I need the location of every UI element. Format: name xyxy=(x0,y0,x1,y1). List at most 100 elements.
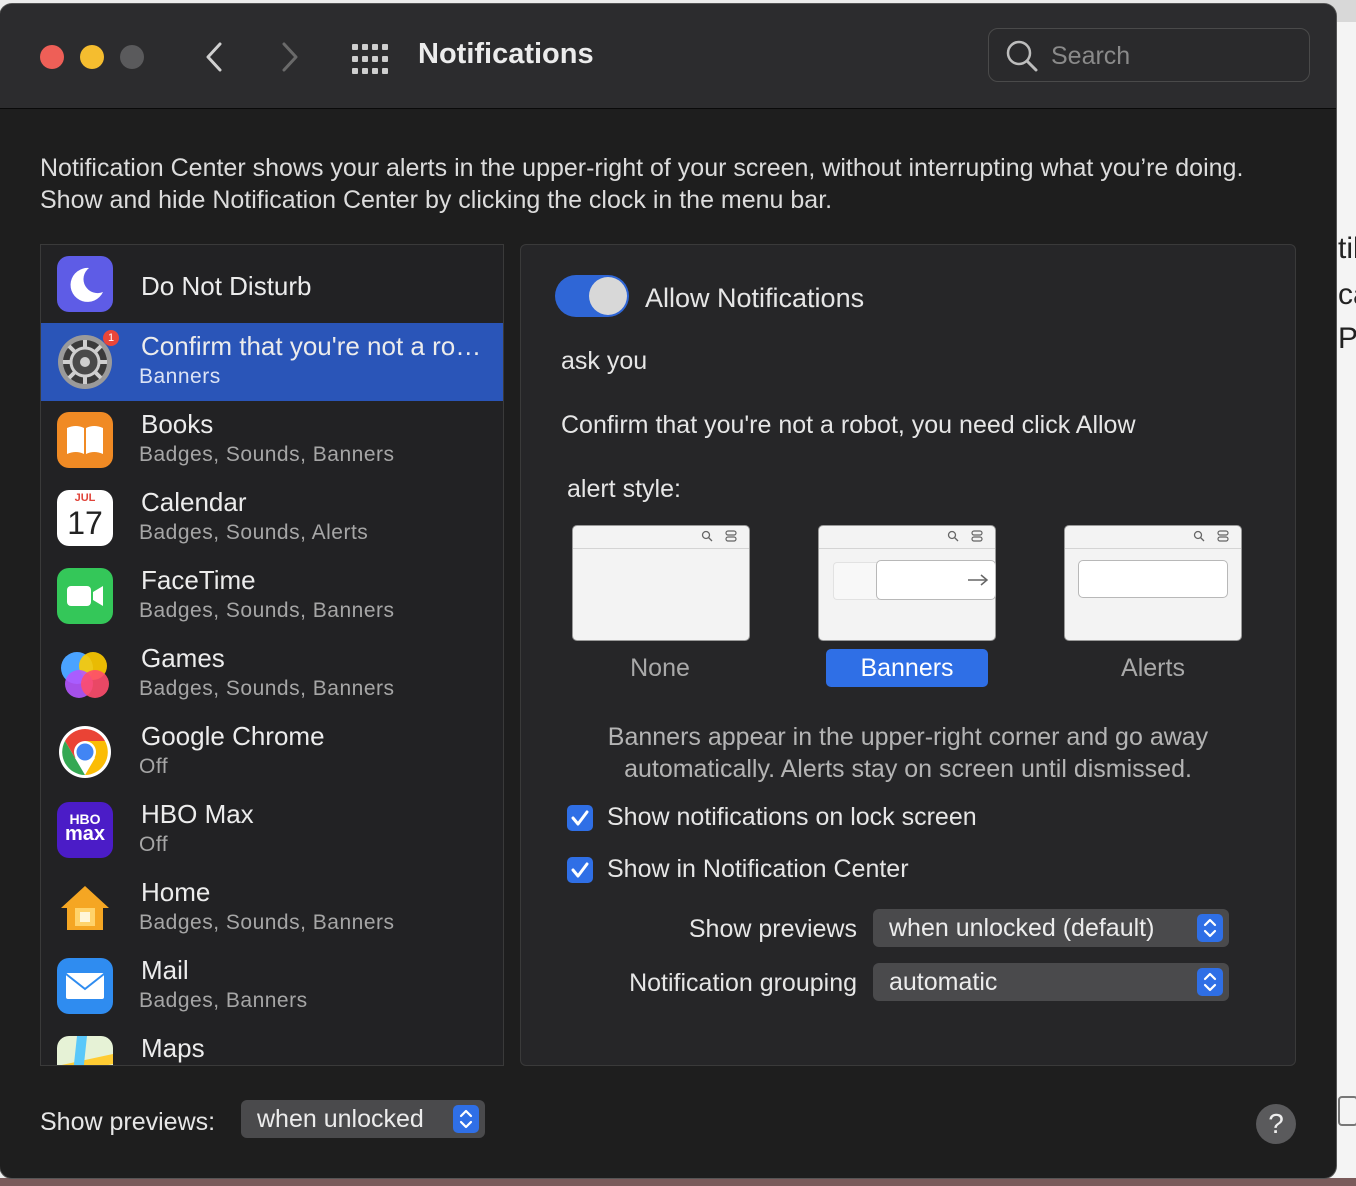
calendar-month: JUL xyxy=(74,492,96,504)
background-text: til xyxy=(1338,232,1356,265)
app-alert-summary: Off xyxy=(139,833,169,856)
app-alert-summary: Badges, Sounds, Banners xyxy=(139,677,395,700)
mini-search-icon xyxy=(701,530,713,542)
hbo-max-logo-icon: HBO max xyxy=(57,802,113,858)
sender-name: ask you xyxy=(561,347,648,375)
books-icon xyxy=(57,412,113,468)
footer-show-previews-popup[interactable]: when unlocked xyxy=(241,1100,485,1138)
app-name: Do Not Disturb xyxy=(141,271,312,301)
updown-chevron-icon xyxy=(1197,914,1223,942)
show-previews-label: Show previews xyxy=(688,915,857,943)
facetime-camera-icon xyxy=(57,568,113,624)
show-previews-popup[interactable]: when unlocked (default) xyxy=(873,909,1229,947)
app-alert-summary: Banners xyxy=(139,365,221,388)
alert-style-banners-preview[interactable] xyxy=(818,525,996,641)
mini-search-icon xyxy=(1193,530,1205,542)
show-on-lock-screen-label: Show notifications on lock screen xyxy=(607,803,977,831)
maps-icon xyxy=(57,1036,113,1065)
app-name: Calendar xyxy=(141,487,247,517)
window-title: Notifications xyxy=(418,38,594,70)
arrow-right-icon xyxy=(968,574,989,586)
search-icon xyxy=(1006,40,1038,72)
notification-settings-panel: Allow Notifications ask you Confirm that… xyxy=(520,244,1296,1066)
alert-style-label: alert style: xyxy=(567,475,681,503)
notification-center-description: Notification Center shows your alerts in… xyxy=(40,154,1244,214)
checkmark-icon xyxy=(571,862,589,878)
notification-grouping-popup[interactable]: automatic xyxy=(873,963,1229,1001)
notification-grouping-label: Notification grouping xyxy=(629,969,857,997)
app-row-facetime[interactable]: FaceTime Badges, Sounds, Banners xyxy=(41,557,503,635)
chrome-icon xyxy=(59,726,111,778)
updown-chevron-icon xyxy=(453,1105,479,1133)
app-row-google-chrome[interactable]: Google Chrome Off xyxy=(41,713,503,791)
back-arrow-icon[interactable] xyxy=(200,40,230,74)
calendar-day: 17 xyxy=(67,505,103,541)
app-alert-summary: Badges, Sounds, Banners xyxy=(139,599,395,622)
home-icon xyxy=(61,886,109,930)
mini-search-icon xyxy=(947,530,959,542)
system-preferences-window: Notifications Notification Center shows … xyxy=(0,4,1336,1178)
notification-badge: 1 xyxy=(103,330,119,346)
mini-control-center-icon xyxy=(971,530,983,542)
app-list[interactable]: Do Not Disturb 1 Confirm that you're not… xyxy=(40,244,504,1066)
games-icon xyxy=(61,652,109,698)
moon-icon xyxy=(57,256,113,312)
allow-notifications-toggle[interactable] xyxy=(555,275,629,317)
hbo-logo-bottom: max xyxy=(64,823,106,845)
close-button[interactable] xyxy=(40,45,64,69)
search-field[interactable] xyxy=(988,28,1310,82)
toggle-knob xyxy=(589,277,627,315)
app-row-hbo-max[interactable]: HBO max HBO Max Off xyxy=(41,791,503,869)
app-row-mail[interactable]: Mail Badges, Banners xyxy=(41,947,503,1025)
app-row-games[interactable]: Games Badges, Sounds, Banners xyxy=(41,635,503,713)
app-alert-summary: Off xyxy=(139,755,169,778)
preview-menubar xyxy=(573,526,749,549)
alert-style-none-option[interactable]: None xyxy=(579,649,741,687)
app-row-maps[interactable]: Maps xyxy=(41,1025,503,1065)
alert-style-none-preview[interactable] xyxy=(572,525,750,641)
app-name: Mail xyxy=(141,955,189,985)
app-name: Confirm that you're not a robot, you nee… xyxy=(141,331,486,361)
app-row-books[interactable]: Books Badges, Sounds, Banners xyxy=(41,401,503,479)
app-row-do-not-disturb[interactable]: Do Not Disturb xyxy=(41,245,503,323)
preview-menubar xyxy=(1065,526,1241,549)
desktop-background xyxy=(0,1178,1356,1186)
calendar-icon: JUL 17 xyxy=(57,490,113,546)
help-button[interactable]: ? xyxy=(1256,1104,1296,1144)
app-row-confirm-robot[interactable]: 1 Confirm that you're not a robot, you n… xyxy=(41,323,503,401)
alert-style-alerts-preview[interactable] xyxy=(1064,525,1242,641)
background-control xyxy=(1338,1096,1356,1126)
alert-style-help-text: Banners appear in the upper-right corner… xyxy=(607,723,1209,783)
footer-show-previews-label: Show previews: xyxy=(40,1108,216,1136)
show-all-grid-icon[interactable] xyxy=(352,44,388,74)
alert-style-alerts-option[interactable]: Alerts xyxy=(1072,649,1234,687)
background-text: ca xyxy=(1338,278,1356,311)
app-alert-summary: Badges, Banners xyxy=(139,989,308,1012)
search-input[interactable] xyxy=(1049,39,1293,73)
checkmark-icon xyxy=(571,810,589,826)
app-name: Games xyxy=(141,643,225,673)
titlebar: Notifications xyxy=(0,4,1336,109)
app-row-home[interactable]: Home Badges, Sounds, Banners xyxy=(41,869,503,947)
forward-arrow-icon[interactable] xyxy=(274,40,304,74)
app-alert-summary: Badges, Sounds, Banners xyxy=(139,443,395,466)
banner-preview xyxy=(876,560,996,600)
app-name: Google Chrome xyxy=(141,721,325,751)
app-alert-summary: Badges, Sounds, Alerts xyxy=(139,521,369,544)
zoom-button[interactable] xyxy=(120,45,144,69)
alert-style-banners-option[interactable]: Banners xyxy=(826,649,988,687)
background-text: P xyxy=(1338,322,1356,355)
mail-envelope-icon xyxy=(57,958,113,1014)
allow-notifications-label: Allow Notifications xyxy=(645,283,865,313)
footer-show-previews-value: when unlocked xyxy=(257,1105,424,1133)
app-row-calendar[interactable]: JUL 17 Calendar Badges, Sounds, Alerts xyxy=(41,479,503,557)
minimize-button[interactable] xyxy=(80,45,104,69)
notification-message: Confirm that you're not a robot, you nee… xyxy=(561,411,1136,439)
mini-control-center-icon xyxy=(1217,530,1229,542)
show-in-notification-center-checkbox[interactable] xyxy=(567,857,593,883)
show-previews-value: when unlocked (default) xyxy=(889,914,1155,942)
show-on-lock-screen-checkbox[interactable] xyxy=(567,805,593,831)
alert-preview xyxy=(1078,560,1228,598)
app-name: Home xyxy=(141,877,211,907)
notification-grouping-value: automatic xyxy=(889,968,998,996)
